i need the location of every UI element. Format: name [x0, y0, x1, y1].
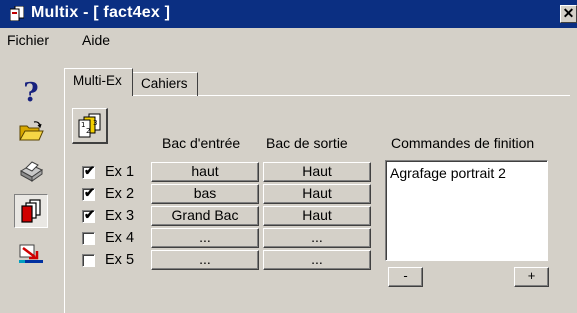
- copy-2-output-bin-button[interactable]: Haut: [263, 184, 371, 204]
- copy-2-checkbox[interactable]: ✔: [82, 184, 95, 201]
- checkmark-icon: ✔: [84, 184, 95, 200]
- tab-cahiers[interactable]: Cahiers: [133, 72, 198, 96]
- finishing-commands-list[interactable]: Agrafage portrait 2: [385, 160, 548, 261]
- copy-5-label: Ex 5: [105, 252, 135, 268]
- copy-row-5: Ex 5: [82, 250, 134, 270]
- help-icon: ?: [23, 78, 39, 108]
- open-folder-icon: [19, 121, 44, 141]
- svg-text:1: 1: [81, 121, 85, 129]
- copy-3-checkbox[interactable]: ✔: [82, 206, 95, 223]
- menu-fichier[interactable]: Fichier: [7, 32, 49, 48]
- copy-1-input-bin-button[interactable]: haut: [151, 162, 259, 182]
- export-arrow-icon: [19, 244, 43, 263]
- svg-text:3: 3: [93, 119, 97, 127]
- header-input-bin: Bac d'entrée: [162, 135, 241, 151]
- menu-aide[interactable]: Aide: [82, 32, 110, 48]
- copy-4-checkbox[interactable]: [82, 231, 95, 245]
- tab-multi-ex[interactable]: Multi-Ex: [64, 68, 133, 96]
- open-button[interactable]: [14, 114, 48, 148]
- header-finishing: Commandes de finition: [391, 135, 535, 151]
- multix-window: Multix - [ fact4ex ] ✕ Fichier Aide ? Mu…: [0, 0, 577, 313]
- bin-settings-button[interactable]: 1 2 3: [72, 108, 108, 144]
- copy-1-output-bin-button[interactable]: Haut: [263, 162, 371, 182]
- copy-5-output-bin-button[interactable]: ...: [263, 250, 371, 270]
- checkmark-icon: ✔: [84, 206, 95, 222]
- copy-3-output-bin-button[interactable]: Haut: [263, 206, 371, 226]
- copy-row-1: ✔ Ex 1: [82, 162, 134, 182]
- app-icon: [10, 6, 24, 21]
- copy-2-input-bin-button[interactable]: bas: [151, 184, 259, 204]
- close-icon: ✕: [562, 5, 575, 21]
- multi-document-icon: [21, 199, 41, 223]
- help-button[interactable]: ?: [14, 76, 48, 110]
- window-title: Multix - [ fact4ex ]: [31, 4, 171, 21]
- copy-3-input-bin-button[interactable]: Grand Bac: [151, 206, 259, 226]
- print-button[interactable]: [14, 154, 48, 188]
- copy-row-4: Ex 4: [82, 228, 134, 248]
- copy-1-checkbox[interactable]: ✔: [82, 162, 95, 179]
- copy-3-label: Ex 3: [105, 208, 135, 224]
- remove-finishing-button[interactable]: -: [388, 267, 423, 287]
- finishing-item[interactable]: Agrafage portrait 2: [390, 165, 506, 181]
- menu-bar: Fichier Aide: [0, 28, 577, 52]
- copy-row-3: ✔ Ex 3: [82, 206, 134, 226]
- svg-text:2: 2: [86, 127, 90, 135]
- add-finishing-button[interactable]: +: [514, 267, 549, 287]
- close-button[interactable]: ✕: [560, 5, 577, 23]
- left-toolbar: ?: [0, 68, 58, 313]
- header-output-bin: Bac de sortie: [266, 135, 348, 151]
- copy-2-label: Ex 2: [105, 186, 135, 202]
- copy-5-input-bin-button[interactable]: ...: [151, 250, 259, 270]
- copy-5-checkbox[interactable]: [82, 253, 95, 267]
- multi-copy-button[interactable]: [14, 194, 48, 228]
- copy-1-label: Ex 1: [105, 164, 135, 180]
- copy-4-label: Ex 4: [105, 230, 135, 246]
- checkmark-icon: ✔: [84, 162, 95, 178]
- printer-icon: [19, 161, 44, 182]
- copy-4-output-bin-button[interactable]: ...: [263, 228, 371, 248]
- paper-tray-icon: 1 2 3: [78, 113, 100, 137]
- copy-row-2: ✔ Ex 2: [82, 184, 134, 204]
- copy-4-input-bin-button[interactable]: ...: [151, 228, 259, 248]
- export-button[interactable]: [14, 236, 48, 270]
- title-bar[interactable]: Multix - [ fact4ex ] ✕: [0, 0, 577, 28]
